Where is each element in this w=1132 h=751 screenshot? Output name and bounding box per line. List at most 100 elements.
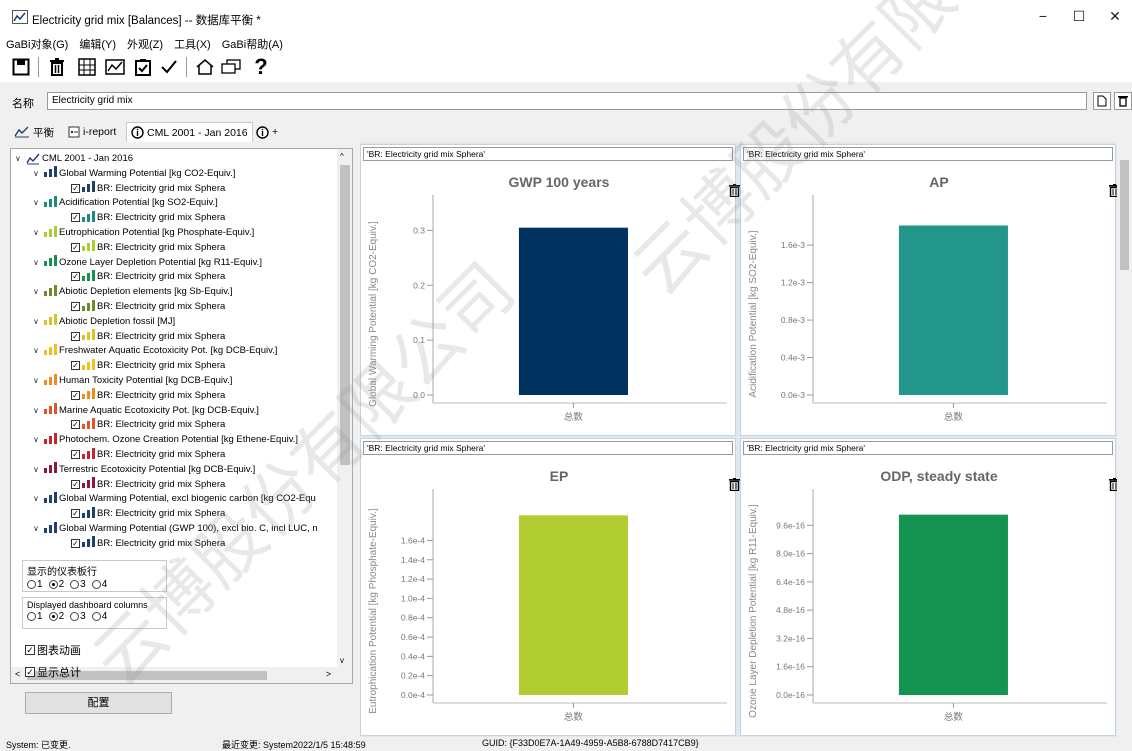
chevron-down-icon[interactable]: ∨: [33, 317, 42, 326]
chevron-down-icon[interactable]: ∨: [33, 287, 42, 296]
chart-icon[interactable]: [104, 55, 126, 79]
checkbox[interactable]: ✓: [71, 183, 80, 193]
save-button[interactable]: [10, 55, 32, 79]
checkbox[interactable]: ✓: [71, 420, 80, 430]
rows-radio-3[interactable]: 3: [70, 579, 86, 590]
tree-category[interactable]: ∨ Freshwater Aquatic Ecotoxicity Pot. [kg…: [33, 343, 277, 358]
delete-name-icon[interactable]: [1114, 92, 1132, 110]
close-button[interactable]: ✕: [1105, 8, 1125, 25]
tree-category[interactable]: ∨ Marine Aquatic Ecotoxicity Pot. [kg DCB…: [33, 403, 259, 418]
checkbox[interactable]: ✓: [71, 242, 80, 252]
new-document-icon[interactable]: [1093, 92, 1111, 110]
chart-panel-header[interactable]: 'BR: Electricity grid mix Sphera': [743, 147, 1113, 161]
tab-add[interactable]: +: [252, 122, 282, 142]
scroll-down-icon[interactable]: v: [340, 656, 344, 665]
config-button[interactable]: 配置: [25, 692, 172, 714]
cols-radio-3[interactable]: 3: [70, 611, 86, 622]
chevron-down-icon[interactable]: ∨: [33, 376, 42, 385]
tree-child[interactable]: ✓ BR: Electricity grid mix Sphera: [71, 269, 225, 284]
checkbox[interactable]: ✓: [71, 272, 80, 282]
checkbox[interactable]: ✓: [71, 331, 80, 341]
rows-radio-2[interactable]: 2: [48, 579, 64, 590]
tree-category[interactable]: ∨ Ozone Layer Depletion Potential [kg R11…: [33, 255, 262, 270]
tree-child[interactable]: ✓ BR: Electricity grid mix Sphera: [71, 240, 225, 255]
chevron-down-icon[interactable]: ∨: [33, 346, 42, 355]
chevron-down-icon[interactable]: ∨: [33, 198, 42, 207]
tab-balance[interactable]: 平衡: [10, 122, 58, 142]
menu-item-edit[interactable]: 编辑(Y): [73, 34, 121, 52]
minimize-button[interactable]: −: [1033, 8, 1053, 24]
chevron-down-icon[interactable]: ∨: [33, 524, 42, 533]
tree-child[interactable]: ✓ BR: Electricity grid mix Sphera: [71, 477, 225, 492]
tree-category[interactable]: ∨ Terrestric Ecotoxicity Potential [kg DC…: [33, 462, 255, 477]
menu-item-help[interactable]: GaBi帮助(A): [216, 34, 288, 52]
tree-child[interactable]: ✓ BR: Electricity grid mix Sphera: [71, 299, 225, 314]
scroll-left-icon[interactable]: <: [15, 669, 20, 679]
checkbox[interactable]: ✓: [71, 302, 80, 311]
animate-checkbox[interactable]: ✓ 图表动画: [25, 642, 81, 658]
tree-child[interactable]: ✓ BR: Electricity grid mix Sphera: [71, 181, 225, 196]
checkbox[interactable]: ✓: [71, 390, 80, 400]
check-icon[interactable]: [158, 55, 180, 79]
tree-category[interactable]: ∨ Photochem. Ozone Creation Potential [kg…: [33, 432, 298, 447]
chart-panel-header[interactable]: 'BR: Electricity grid mix Sphera': [743, 441, 1113, 455]
tree-category[interactable]: ∨ Abiotic Depletion fossil [MJ]: [33, 314, 175, 329]
chevron-down-icon[interactable]: ∨: [15, 154, 24, 163]
clipboard-check-icon[interactable]: [132, 55, 154, 79]
cols-radio-4[interactable]: 4: [91, 611, 107, 622]
tree-child[interactable]: ✓ BR: Electricity grid mix Sphera: [71, 388, 225, 403]
cols-radio-1[interactable]: 1: [27, 611, 43, 622]
name-input[interactable]: Electricity grid mix: [47, 92, 1087, 110]
chart-panel-header[interactable]: 'BR: Electricity grid mix Sphera': [363, 441, 733, 455]
chevron-down-icon[interactable]: ∨: [33, 169, 42, 178]
chevron-down-icon[interactable]: ∨: [33, 228, 42, 237]
tree-category[interactable]: ∨ Global Warming Potential (GWP 100), exc…: [33, 521, 318, 536]
tree-child[interactable]: ✓ BR: Electricity grid mix Sphera: [71, 329, 225, 344]
cols-radio-2[interactable]: 2: [48, 611, 64, 622]
maximize-button[interactable]: ☐: [1069, 8, 1089, 25]
checkbox[interactable]: ✓: [71, 538, 80, 548]
menu-item-gabi-object[interactable]: GaBi对象(G): [0, 34, 73, 52]
table-icon[interactable]: [76, 55, 98, 79]
tree-child[interactable]: ✓ BR: Electricity grid mix Sphera: [71, 447, 225, 462]
home-icon[interactable]: [194, 55, 216, 79]
chart-panel-header[interactable]: 'BR: Electricity grid mix Sphera': [363, 147, 733, 161]
tree-category[interactable]: ∨ Acidification Potential [kg SO2-Equiv.]: [33, 195, 218, 210]
checkbox[interactable]: ✓: [71, 450, 80, 459]
chevron-down-icon[interactable]: ∨: [33, 494, 42, 503]
chevron-down-icon[interactable]: ∨: [33, 406, 42, 415]
tree-child[interactable]: ✓ BR: Electricity grid mix Sphera: [71, 210, 225, 225]
chevron-down-icon[interactable]: ∨: [33, 258, 42, 267]
rows-radio-1[interactable]: 1: [27, 579, 43, 590]
scroll-up-icon[interactable]: ^: [340, 152, 344, 161]
bar-chart-icon: [82, 329, 95, 343]
show-total-checkbox[interactable]: ✓ 显示总计: [25, 664, 81, 680]
tree-category[interactable]: ∨ Abiotic Depletion elements [kg Sb-Equiv…: [33, 284, 233, 299]
checkbox[interactable]: ✓: [71, 361, 80, 371]
dashboard-scrollbar[interactable]: [1117, 142, 1132, 737]
tree-category[interactable]: ∨ Global Warming Potential, excl biogenic…: [33, 491, 316, 506]
tree-root[interactable]: ∨ CML 2001 - Jan 2016: [15, 151, 133, 166]
tree-category[interactable]: ∨ Global Warming Potential [kg CO2-Equiv.…: [33, 166, 235, 181]
checkbox[interactable]: ✓: [71, 509, 80, 519]
tree-category[interactable]: ∨ Human Toxicity Potential [kg DCB-Equiv.…: [33, 373, 232, 388]
menu-item-tools[interactable]: 工具(X): [168, 34, 216, 52]
tab-i-report[interactable]: i-report: [64, 122, 120, 142]
checkbox[interactable]: ✓: [71, 479, 80, 489]
tree-vertical-scrollbar[interactable]: ^ v: [337, 149, 352, 667]
menu-item-view[interactable]: 外观(Z): [121, 34, 168, 52]
tree-child[interactable]: ✓ BR: Electricity grid mix Sphera: [71, 417, 225, 432]
help-icon[interactable]: ?: [250, 54, 272, 79]
tab-cml-2001[interactable]: CML 2001 - Jan 2016: [126, 122, 253, 142]
chevron-down-icon[interactable]: ∨: [33, 465, 42, 474]
tree-category[interactable]: ∨ Eutrophication Potential [kg Phosphate-…: [33, 225, 254, 240]
tree-child[interactable]: ✓ BR: Electricity grid mix Sphera: [71, 506, 225, 521]
windows-icon[interactable]: [220, 55, 242, 79]
tree-child[interactable]: ✓ BR: Electricity grid mix Sphera: [71, 536, 225, 551]
chevron-down-icon[interactable]: ∨: [33, 435, 42, 444]
checkbox[interactable]: ✓: [71, 213, 80, 223]
tree-child[interactable]: ✓ BR: Electricity grid mix Sphera: [71, 358, 225, 373]
delete-icon[interactable]: [46, 55, 68, 79]
rows-radio-4[interactable]: 4: [91, 579, 107, 590]
scroll-right-icon[interactable]: >: [326, 669, 331, 679]
